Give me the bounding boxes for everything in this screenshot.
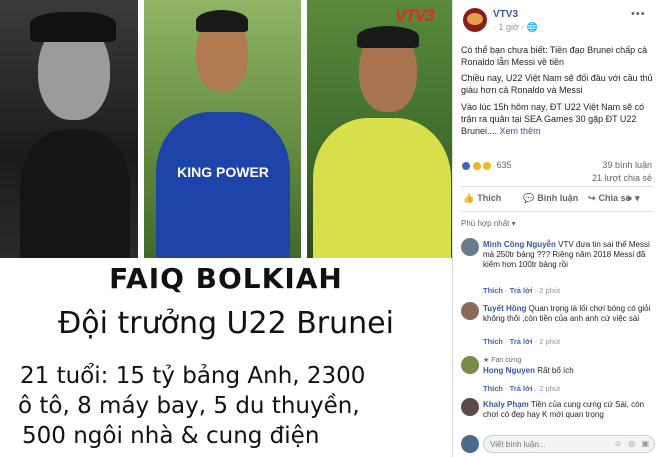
commenter-name[interactable]: Tuyết Hồng xyxy=(483,304,526,313)
caption-role: Đội trưởng U22 Brunei xyxy=(58,306,394,341)
divider xyxy=(461,186,653,187)
comment-text: Rất bổ ích xyxy=(537,366,574,375)
sad-reaction-icon xyxy=(482,160,493,171)
comment-sort-dropdown[interactable]: Phù hợp nhất ▾ xyxy=(461,219,516,228)
post-paragraph-2: Chiều nay, U22 Việt Nam sẽ đối đầu với c… xyxy=(461,73,653,95)
chevron-down-icon: ▾ xyxy=(632,193,640,203)
comment-like-link[interactable]: Thích xyxy=(483,337,503,346)
vtv3-logo: VTV3 xyxy=(395,6,435,25)
avatar[interactable] xyxy=(461,238,479,256)
emoji-camera-gif-icons[interactable]: ☺ ◎ ▣ xyxy=(614,439,651,448)
comment-composer: ☺ ◎ ▣ xyxy=(461,434,657,454)
comment-like-link[interactable]: Thích xyxy=(483,384,503,393)
photo-middle: KING POWER xyxy=(144,0,301,258)
photo-right xyxy=(307,0,452,258)
caption-line-3: 500 ngôi nhà & cung điện xyxy=(22,423,320,449)
photo-left xyxy=(0,0,138,258)
like-button[interactable]: 👍 Thích xyxy=(463,193,501,204)
comment-bubble: Minh Công Nguyễn VTV đưa tin sai thế Mes… xyxy=(483,240,657,270)
hair-shape xyxy=(196,10,248,32)
avatar[interactable] xyxy=(461,356,479,374)
post-panel: VTV3 · 1 giờ · 🌐 ••• Có thể bạn chưa biế… xyxy=(452,0,660,457)
post-paragraph-3: Vào lúc 15h hôm nay, ĐT U22 Việt Nam sẽ … xyxy=(461,101,657,137)
goalkeeper-jersey xyxy=(313,118,451,258)
fan-badge-text: Fan cứng xyxy=(491,357,522,364)
like-reaction-icon xyxy=(461,160,471,171)
figure-body xyxy=(20,130,130,258)
page-name[interactable]: VTV3 xyxy=(493,9,518,20)
cap-shape xyxy=(30,12,116,42)
shares-count[interactable]: 21 lượt chia sẻ xyxy=(592,173,652,183)
audience-selector[interactable]: ● ▾ xyxy=(627,193,639,204)
comment-meta: Thích · Trả lời · 2 phút xyxy=(483,286,561,295)
comment-bubble: Tuyết Hồng Quan trọng là lối chơi bóng c… xyxy=(483,304,657,324)
comment-reply-link[interactable]: Trả lời xyxy=(510,337,533,346)
avatar[interactable] xyxy=(461,398,479,416)
avatar xyxy=(461,435,479,453)
share-button[interactable]: ↪ Chia sẻ xyxy=(588,193,631,204)
hair-shape xyxy=(357,26,419,48)
comment-time: · 2 phút xyxy=(534,337,561,346)
share-label: Chia sẻ xyxy=(598,193,631,203)
comment-bubble: ★ Fan cứng Hong Nguyen Rất bổ ích xyxy=(483,356,657,376)
comment-time: · 2 phút xyxy=(534,286,561,295)
comment-button[interactable]: 💬 Bình luận xyxy=(523,193,578,204)
jersey-text: KING POWER xyxy=(177,164,269,180)
comment-icon: 💬 xyxy=(523,193,535,203)
comment-reply-link[interactable]: Trả lời xyxy=(510,286,533,295)
comments-count[interactable]: 39 bình luận xyxy=(602,160,652,170)
post-image[interactable]: KING POWER VTV3 FAIQ BOLKIAH Đội trưởng … xyxy=(0,0,452,457)
divider xyxy=(461,211,653,212)
page-avatar[interactable] xyxy=(463,8,487,32)
caption-line-1: 21 tuổi: 15 tỷ bảng Anh, 2300 xyxy=(20,363,366,389)
avatar[interactable] xyxy=(461,302,479,320)
share-icon: ↪ xyxy=(588,193,596,203)
haha-reaction-icon xyxy=(471,160,482,171)
commenter-name[interactable]: Hong Nguyen xyxy=(483,366,535,375)
commenter-name[interactable]: Minh Công Nguyễn xyxy=(483,240,556,249)
comment-time: · 2 phút xyxy=(534,384,561,393)
like-label: Thích xyxy=(477,193,502,203)
post-paragraph-3-text: Vào lúc 15h hôm nay, ĐT U22 Việt Nam sẽ … xyxy=(461,102,645,136)
globe-icon: 🌐 xyxy=(526,22,539,32)
comment-reply-link[interactable]: Trả lời xyxy=(510,384,533,393)
comment-bubble: Khaly Phạm Tiền của cung cưng cứ Sài, cò… xyxy=(483,400,657,420)
thumbs-up-icon: 👍 xyxy=(463,193,475,203)
reaction-count: 635 xyxy=(496,160,512,170)
commenter-name[interactable]: Khaly Phạm xyxy=(483,400,529,409)
comment-label: Bình luận xyxy=(537,193,579,203)
comment-meta: Thích · Trả lời · 2 phút xyxy=(483,384,561,393)
reaction-summary[interactable]: 635 xyxy=(461,160,512,171)
comment-like-link[interactable]: Thích xyxy=(483,286,503,295)
post-time: · 1 giờ · 🌐 xyxy=(493,22,538,33)
jersey: KING POWER xyxy=(156,112,290,258)
post-time-text: · 1 giờ · xyxy=(493,22,527,32)
post-paragraph-1: Có thể bạn chưa biết: Tiền đạo Brunei ch… xyxy=(461,45,648,67)
comment-meta: Thích · Trả lời · 2 phút xyxy=(483,337,561,346)
caption-line-2: ô tô, 8 máy bay, 5 du thuyền, xyxy=(18,393,360,419)
fan-badge: ★ Fan cứng xyxy=(483,356,657,366)
caption-name: FAIQ BOLKIAH xyxy=(109,262,343,295)
more-options-icon[interactable]: ••• xyxy=(631,8,646,20)
see-more-link[interactable]: Xem thêm xyxy=(500,126,541,136)
badge-icon: ★ xyxy=(483,357,492,364)
